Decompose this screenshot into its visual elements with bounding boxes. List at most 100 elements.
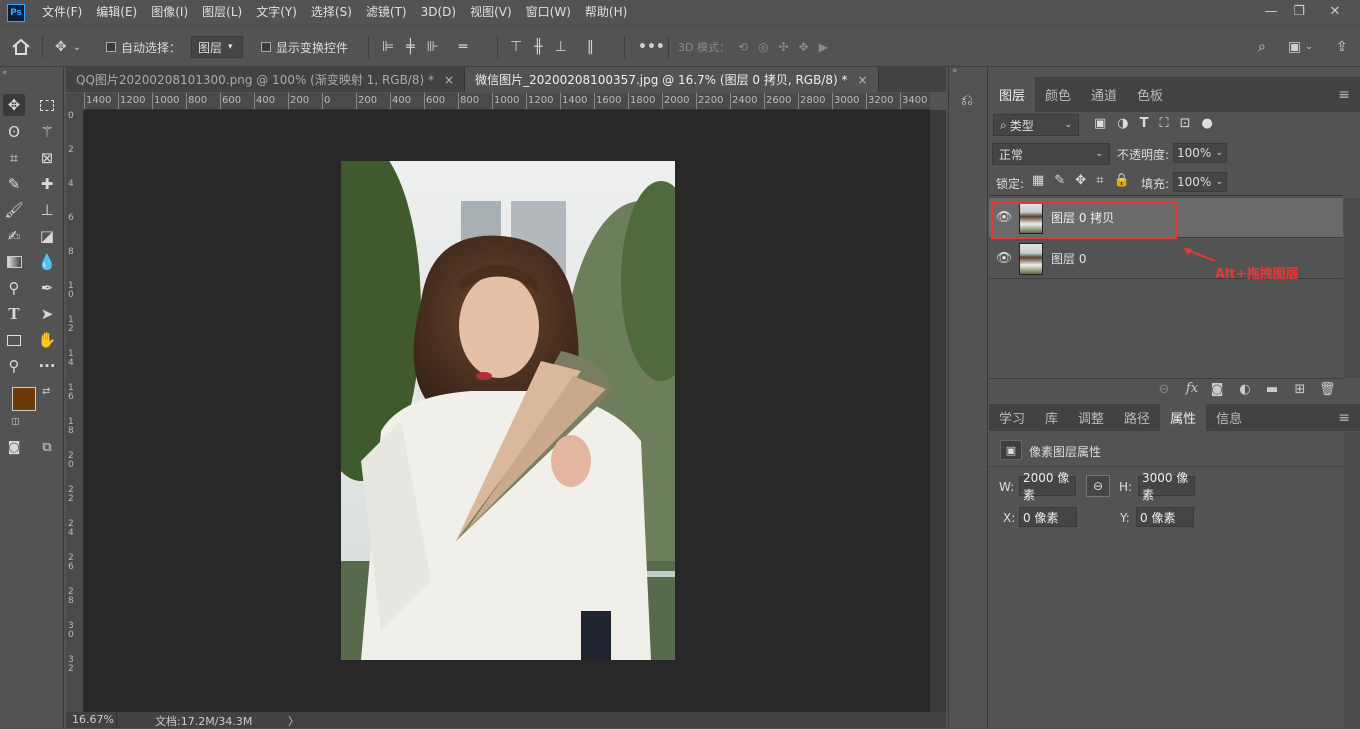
magic-wand-icon[interactable]: ⚚ (36, 121, 58, 143)
type-filter-icon[interactable]: T (1140, 116, 1149, 131)
add-mask-icon[interactable]: ◙ (1209, 382, 1225, 398)
close-icon[interactable]: × (444, 73, 454, 87)
tab-info[interactable]: 信息 (1206, 404, 1252, 431)
lock-transparent-icon[interactable]: ▦ (1032, 173, 1044, 188)
x-input[interactable]: 0 像素 (1019, 507, 1077, 527)
eraser-tool-icon[interactable]: ◪ (36, 225, 58, 247)
panel-menu-icon[interactable]: ≡ (1328, 77, 1360, 112)
tab-layers[interactable]: 图层 (989, 77, 1036, 112)
tab-learn[interactable]: 学习 (989, 404, 1035, 431)
align-hcenter-icon[interactable]: ╪ (406, 39, 414, 55)
layers-scrollbar[interactable] (1344, 198, 1360, 378)
smart-object-filter-icon[interactable]: ⊡ (1180, 116, 1191, 131)
zoom-level[interactable]: 16.67% (72, 713, 114, 726)
menu-select[interactable]: 选择(S) (304, 0, 359, 25)
history-panel-icon[interactable]: ⎌ (961, 91, 973, 109)
close-icon[interactable]: × (858, 73, 868, 87)
hand-tool-icon[interactable]: ✋ (36, 329, 58, 351)
gradient-tool-icon[interactable] (3, 251, 25, 273)
lock-image-icon[interactable]: ✎ (1054, 173, 1065, 188)
layer-name[interactable]: 图层 0 (1051, 250, 1086, 267)
link-layers-icon[interactable]: ⊖ (1156, 382, 1172, 398)
frame-tool-icon[interactable]: ⊠ (36, 147, 58, 169)
foreground-color-swatch[interactable] (12, 387, 36, 411)
auto-select-dropdown[interactable]: 图层 ▾ (191, 36, 243, 58)
layer-filter-dropdown[interactable]: ⌕ 类型 ⌄ (993, 114, 1079, 136)
align-right-icon[interactable]: ⊪ (427, 39, 439, 55)
width-input[interactable]: 2000 像素 (1019, 471, 1076, 502)
close-window-button[interactable]: ✕ (1318, 0, 1352, 22)
properties-scrollbar[interactable] (1344, 432, 1360, 728)
type-tool-icon[interactable]: T (3, 303, 25, 325)
3d-orbit-icon[interactable]: ⟲ (738, 40, 748, 54)
blend-mode-dropdown[interactable]: 正常 ⌄ (992, 143, 1110, 165)
status-arrow[interactable]: 〉 (288, 713, 299, 729)
3d-roll-icon[interactable]: ◎ (758, 40, 768, 54)
quick-mask-icon[interactable]: ◙ (3, 436, 25, 458)
tab-color[interactable]: 颜色 (1035, 77, 1081, 112)
tab-wechat-image[interactable]: 微信图片_20200208100357.jpg @ 16.7% (图层 0 拷贝… (465, 67, 879, 92)
distribute-icon[interactable]: ‖ (587, 39, 594, 55)
new-layer-icon[interactable]: ⊞ (1292, 382, 1308, 398)
align-top-icon[interactable]: ⊤ (510, 39, 522, 55)
3d-slide-icon[interactable]: ✥ (799, 40, 809, 54)
menu-image[interactable]: 图像(I) (144, 0, 195, 25)
lock-artboard-icon[interactable]: ⌗ (1096, 173, 1103, 188)
delete-layer-icon[interactable]: 🗑 (1319, 382, 1336, 398)
eyedropper-icon[interactable]: ✎ (3, 173, 25, 195)
tab-channels[interactable]: 通道 (1081, 77, 1127, 112)
move-tool-icon[interactable]: ✥ (3, 94, 25, 116)
collapse-arrows-icon[interactable]: « (2, 68, 8, 78)
lasso-tool-icon[interactable]: ʘ (3, 121, 25, 143)
tab-properties[interactable]: 属性 (1160, 404, 1207, 431)
menu-window[interactable]: 窗口(W) (519, 0, 578, 25)
tab-adjustments[interactable]: 调整 (1068, 404, 1114, 431)
collapse-arrows-icon[interactable]: » (952, 66, 958, 76)
new-group-icon[interactable]: ▬ (1264, 382, 1280, 398)
y-input[interactable]: 0 像素 (1136, 507, 1194, 527)
blur-tool-icon[interactable]: 💧 (36, 251, 58, 273)
visibility-eye-icon[interactable]: 👁 (989, 251, 1019, 266)
align-top-distribute-icon[interactable]: ═ (459, 39, 467, 55)
more-tools-icon[interactable]: ··· (36, 355, 58, 377)
tab-paths[interactable]: 路径 (1114, 404, 1160, 431)
align-left-icon[interactable]: ⊫ (382, 39, 394, 55)
tab-library[interactable]: 库 (1035, 404, 1068, 431)
pen-tool-icon[interactable]: ✒ (36, 277, 58, 299)
vertical-ruler[interactable]: 0 2 4 6 8 1 0 1 2 1 4 1 6 1 8 2 0 2 2 2 4 2 6 2 8 3 0 3 … (66, 110, 84, 712)
stamp-tool-icon[interactable]: ⊥ (36, 199, 58, 221)
brush-tool-icon[interactable]: 🖌 (3, 199, 25, 221)
align-bottom-icon[interactable]: ⊥ (555, 39, 567, 55)
horizontal-ruler[interactable]: 1400 1200 1000 800 600 400 200 0 200 400 600 800 100… (84, 93, 930, 110)
share-icon[interactable]: ⇪ (1336, 39, 1348, 55)
restore-button[interactable]: ❐ (1282, 0, 1316, 22)
chevron-down-icon[interactable]: ⌄ (1305, 42, 1313, 52)
workspace-icon[interactable]: ▣ (1288, 39, 1301, 55)
menu-type[interactable]: 文字(Y) (249, 0, 304, 25)
fill-input[interactable]: 100% ⌄ (1173, 172, 1227, 192)
shape-filter-icon[interactable]: ⛶ (1160, 116, 1169, 131)
lock-all-icon[interactable]: 🔒 (1113, 173, 1129, 188)
align-vcenter-icon[interactable]: ╫ (534, 39, 542, 55)
search-icon[interactable]: ⌕ (1258, 39, 1266, 55)
tab-swatches[interactable]: 色板 (1127, 77, 1173, 112)
lock-position-icon[interactable]: ✥ (1075, 173, 1086, 188)
vertical-scrollbar[interactable] (930, 110, 946, 712)
document-image[interactable] (341, 161, 675, 660)
history-brush-icon[interactable]: ✍ (3, 225, 25, 247)
filter-toggle-icon[interactable]: ● (1202, 116, 1213, 131)
marquee-tool-icon[interactable] (36, 94, 58, 116)
rectangle-tool-icon[interactable] (3, 329, 25, 351)
height-input[interactable]: 3000 像素 (1138, 471, 1195, 502)
menu-layer[interactable]: 图层(L) (195, 0, 249, 25)
menu-filter[interactable]: 滤镜(T) (359, 0, 414, 25)
adjustment-filter-icon[interactable]: ◑ (1117, 116, 1128, 131)
opacity-input[interactable]: 100% ⌄ (1173, 143, 1227, 163)
adjustment-layer-icon[interactable]: ◐ (1237, 382, 1253, 398)
panel-menu-icon[interactable]: ≡ (1328, 404, 1360, 431)
screen-mode-icon[interactable]: ⧉ (36, 436, 58, 458)
dodge-tool-icon[interactable]: ⚲ (3, 277, 25, 299)
menu-edit[interactable]: 编辑(E) (89, 0, 144, 25)
more-options-icon[interactable]: ••• (638, 39, 665, 55)
fx-icon[interactable]: fx (1184, 381, 1200, 397)
